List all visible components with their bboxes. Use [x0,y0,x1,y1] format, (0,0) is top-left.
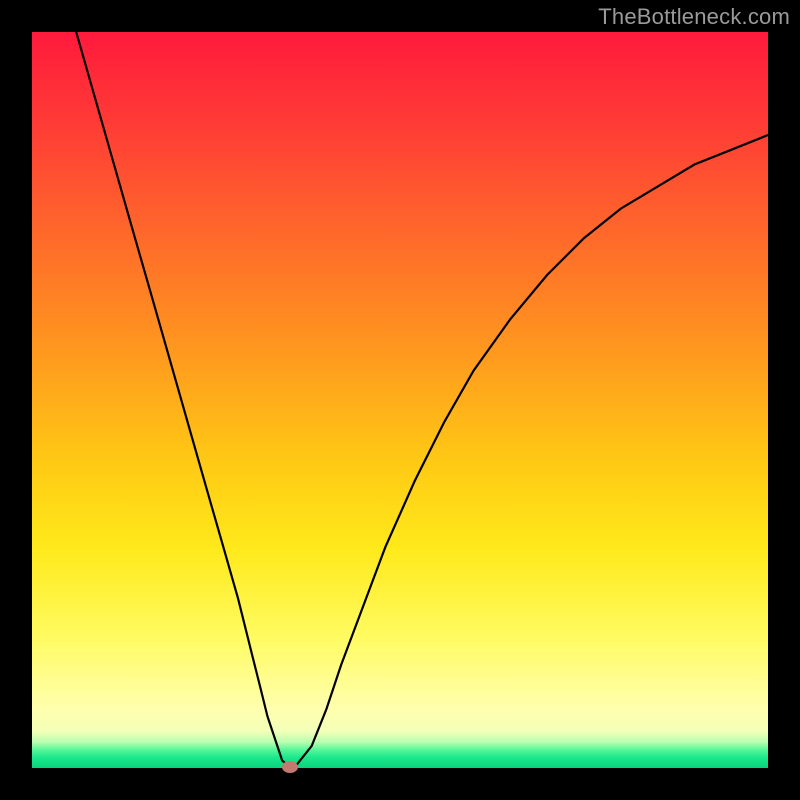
bottleneck-curve [32,32,768,768]
chart-frame: TheBottleneck.com [0,0,800,800]
optimal-point-marker [282,761,298,773]
watermark-text: TheBottleneck.com [598,4,790,30]
plot-area [32,32,768,768]
